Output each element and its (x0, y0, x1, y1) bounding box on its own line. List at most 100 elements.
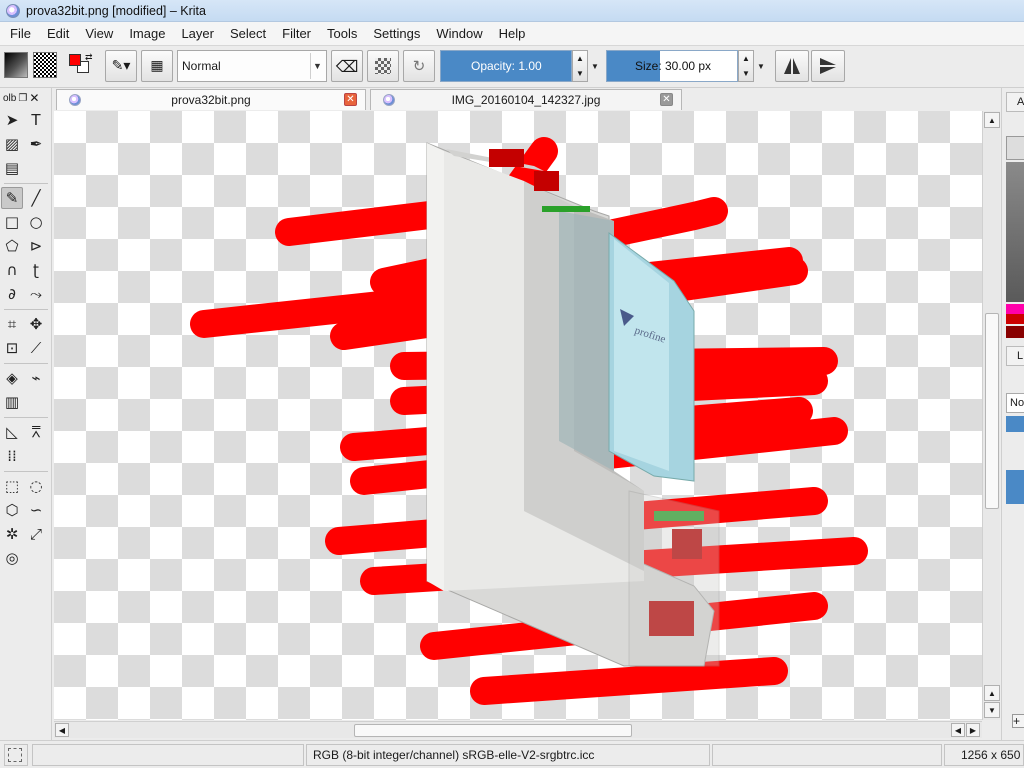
alpha-lock-icon (375, 58, 391, 74)
brush-settings-button[interactable]: ▦ (141, 50, 173, 82)
bezier-tool[interactable]: ∩ (1, 259, 23, 281)
horizontal-scroll-thumb[interactable] (354, 724, 632, 737)
similar-color-selection-tool[interactable]: ⤢ (25, 523, 47, 545)
menu-edit[interactable]: Edit (39, 23, 77, 45)
color-triangle-area[interactable] (1006, 162, 1024, 302)
layers-panel-tab[interactable]: L (1006, 346, 1024, 366)
text-tool[interactable]: T (25, 109, 47, 131)
document-tab-bar: prova32bit.png ✕ IMG_20160104_142327.jpg… (52, 88, 1000, 110)
size-spinner[interactable]: ▲ ▼ (738, 50, 754, 82)
elliptical-selection-tool[interactable]: ◌ (25, 475, 47, 497)
gradient-selector[interactable] (4, 52, 28, 78)
crop-tool[interactable]: ⌗ (1, 313, 23, 335)
rectangular-selection-tool[interactable]: ⬚ (1, 475, 23, 497)
scroll-up-icon[interactable]: ▲ (984, 685, 1000, 701)
fill-tool[interactable]: ◈ (1, 367, 23, 389)
horizontal-scrollbar[interactable]: ◀ ◀ ▶ (54, 721, 982, 738)
panel-tab-label: L (1017, 350, 1024, 362)
layer-row-selected[interactable] (1006, 470, 1024, 504)
edit-shapes-tool[interactable]: ▨ (1, 133, 23, 155)
outline-selection-tool[interactable]: ∽ (25, 499, 47, 521)
menu-image[interactable]: Image (121, 23, 173, 45)
eraser-mode-button[interactable]: ⌫ (331, 50, 363, 82)
tab-prova32bit[interactable]: prova32bit.png ✕ (56, 89, 366, 110)
ellipse-tool[interactable]: ○ (25, 211, 47, 233)
grid-tool[interactable]: ⁞⁞ (1, 445, 23, 467)
advanced-color-panel-tab[interactable]: A (1006, 92, 1024, 112)
colorspace-info: RGB (8-bit integer/channel) sRGB-elle-V2… (306, 744, 710, 766)
selection-indicator[interactable] (4, 744, 28, 766)
dynamic-brush-tool[interactable]: ∂ (1, 283, 23, 305)
assistant-tool[interactable]: ◺ (1, 421, 23, 443)
bezier-selection-tool[interactable]: ◎ (1, 547, 23, 569)
preserve-alpha-button[interactable] (367, 50, 399, 82)
gradient-tool[interactable]: ▥ (1, 391, 23, 413)
mirror-vertical-button[interactable] (811, 50, 845, 82)
scroll-right-icon[interactable]: ▶ (966, 723, 980, 737)
rectangle-tool[interactable]: □ (1, 211, 23, 233)
scroll-down-icon[interactable]: ▼ (984, 702, 1000, 718)
scroll-left-icon[interactable]: ◀ (55, 723, 69, 737)
image-dimensions: 1256 x 650 ( (944, 744, 1024, 766)
add-layer-button[interactable]: + (1012, 714, 1024, 728)
color-swatch[interactable] (1006, 326, 1024, 338)
layer-blend-mode-select[interactable]: No (1006, 393, 1024, 413)
swap-colors-icon[interactable]: ⇄ (85, 52, 93, 63)
foreground-color-swatch[interactable] (69, 54, 81, 66)
menu-layer[interactable]: Layer (173, 23, 222, 45)
select-shapes-tool[interactable]: ➤ (1, 109, 23, 131)
freehand-path-tool[interactable]: ʈ (25, 259, 47, 281)
brush-preset-button[interactable]: ✎▾ (105, 50, 137, 82)
close-tab-icon[interactable]: ✕ (660, 93, 673, 106)
color-swatch[interactable] (1006, 314, 1024, 324)
freehand-brush-tool[interactable]: ✎ (1, 187, 23, 209)
menu-file[interactable]: File (2, 23, 39, 45)
opacity-menu-arrow-icon[interactable]: ▼ (591, 62, 599, 71)
polygon-tool[interactable]: ⬠ (1, 235, 23, 257)
calligraphy-tool[interactable]: ✒ (25, 133, 47, 155)
close-tab-icon[interactable]: ✕ (344, 93, 357, 106)
toolbox-separator (4, 309, 48, 310)
contiguous-selection-tool[interactable]: ✲ (1, 523, 23, 545)
mirror-horizontal-button[interactable] (775, 50, 809, 82)
color-picker-tool[interactable]: ⌁ (25, 367, 47, 389)
blend-mode-select[interactable]: Normal ▼ (177, 50, 327, 82)
toolbox-header: olb ❐ ✕ (0, 88, 52, 108)
opacity-spinner[interactable]: ▲ ▼ (572, 50, 588, 82)
pattern-selector[interactable] (33, 52, 57, 78)
layer-row-selected[interactable] (1006, 416, 1024, 432)
size-menu-arrow-icon[interactable]: ▼ (757, 62, 765, 71)
polyline-tool[interactable]: ⊳ (25, 235, 47, 257)
polygonal-selection-tool[interactable]: ⬡ (1, 499, 23, 521)
canvas[interactable]: profine (54, 111, 982, 720)
measure-tool[interactable]: ⟋ (25, 337, 47, 359)
vertical-scrollbar[interactable]: ▲ ▲ ▼ (982, 111, 1000, 720)
scroll-left-icon[interactable]: ◀ (951, 723, 965, 737)
vertical-scroll-thumb[interactable] (985, 313, 999, 509)
reload-icon: ↻ (412, 57, 426, 75)
menu-help[interactable]: Help (491, 23, 534, 45)
opacity-slider[interactable]: Opacity: 1.00 (440, 50, 572, 82)
menu-settings[interactable]: Settings (365, 23, 428, 45)
menu-filter[interactable]: Filter (274, 23, 319, 45)
transform-tool[interactable]: ⊡ (1, 337, 23, 359)
close-icon[interactable]: ✕ (29, 91, 39, 105)
tab-img-20160104[interactable]: IMG_20160104_142327.jpg ✕ (370, 89, 682, 110)
reload-preset-button[interactable]: ↻ (403, 50, 435, 82)
move-tool[interactable]: ✥ (25, 313, 47, 335)
menu-select[interactable]: Select (222, 23, 274, 45)
size-slider[interactable]: Size: 30.00 px (606, 50, 738, 82)
menu-tools[interactable]: Tools (319, 23, 365, 45)
float-icon[interactable]: ❐ (18, 93, 27, 104)
line-tool[interactable]: ╱ (25, 187, 47, 209)
chevron-down-icon: ▼ (310, 53, 324, 79)
menu-window[interactable]: Window (428, 23, 490, 45)
status-bar: RGB (8-bit integer/channel) sRGB-elle-V2… (0, 740, 1024, 768)
menu-view[interactable]: View (77, 23, 121, 45)
gradient-editor-tool[interactable]: ▤ (1, 157, 23, 179)
multibrush-tool[interactable]: ⤳ (25, 283, 47, 305)
scroll-up-icon[interactable]: ▲ (984, 112, 1000, 128)
perspective-grid-tool[interactable]: ⩞ (25, 421, 47, 443)
color-selector-widget[interactable] (1006, 136, 1024, 160)
color-swatch[interactable] (1006, 304, 1024, 314)
